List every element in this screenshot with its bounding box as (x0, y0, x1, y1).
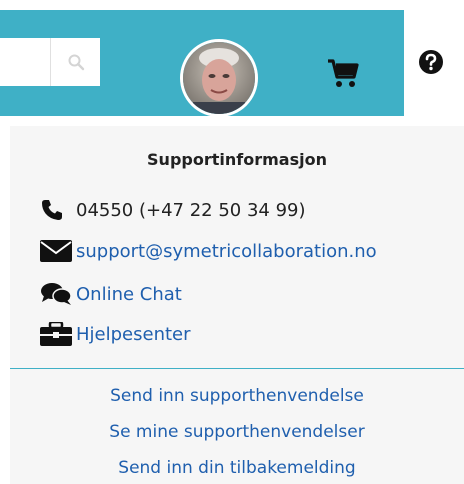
search-icon (68, 54, 84, 71)
support-chat-link[interactable]: Online Chat (76, 284, 182, 305)
help-center-link[interactable]: Hjelpesenter (76, 324, 191, 345)
chat-icon (41, 283, 72, 305)
divider (10, 368, 464, 369)
support-dropdown: Supportinformasjon 04550 (+47 22 50 34 9… (10, 126, 464, 484)
cart-button[interactable] (327, 59, 359, 93)
envelope-icon (40, 240, 72, 262)
support-email-link[interactable]: support@symetricollaboration.no (76, 241, 377, 262)
phone-icon (42, 200, 62, 220)
help-icon (419, 50, 443, 74)
top-bar (0, 10, 404, 117)
support-help-center[interactable]: Hjelpesenter (40, 322, 191, 346)
briefcase-icon (40, 322, 72, 346)
my-support-requests-link[interactable]: Se mine supporthenvendelser (10, 422, 464, 442)
cart-icon (328, 59, 359, 87)
support-title: Supportinformasjon (147, 150, 327, 169)
support-phone: 04550 (+47 22 50 34 99) (40, 198, 306, 222)
user-avatar[interactable] (180, 39, 258, 117)
help-button[interactable] (418, 49, 444, 79)
search-box (0, 38, 100, 86)
submit-support-request-link[interactable]: Send inn supporthenvendelse (10, 386, 464, 406)
support-phone-text: 04550 (+47 22 50 34 99) (76, 199, 306, 221)
search-button[interactable] (50, 38, 100, 86)
support-chat[interactable]: Online Chat (40, 282, 182, 306)
avatar-image (183, 42, 255, 114)
support-email[interactable]: support@symetricollaboration.no (40, 240, 377, 262)
submit-feedback-link[interactable]: Send inn din tilbakemelding (10, 458, 464, 478)
search-input[interactable] (0, 38, 50, 86)
